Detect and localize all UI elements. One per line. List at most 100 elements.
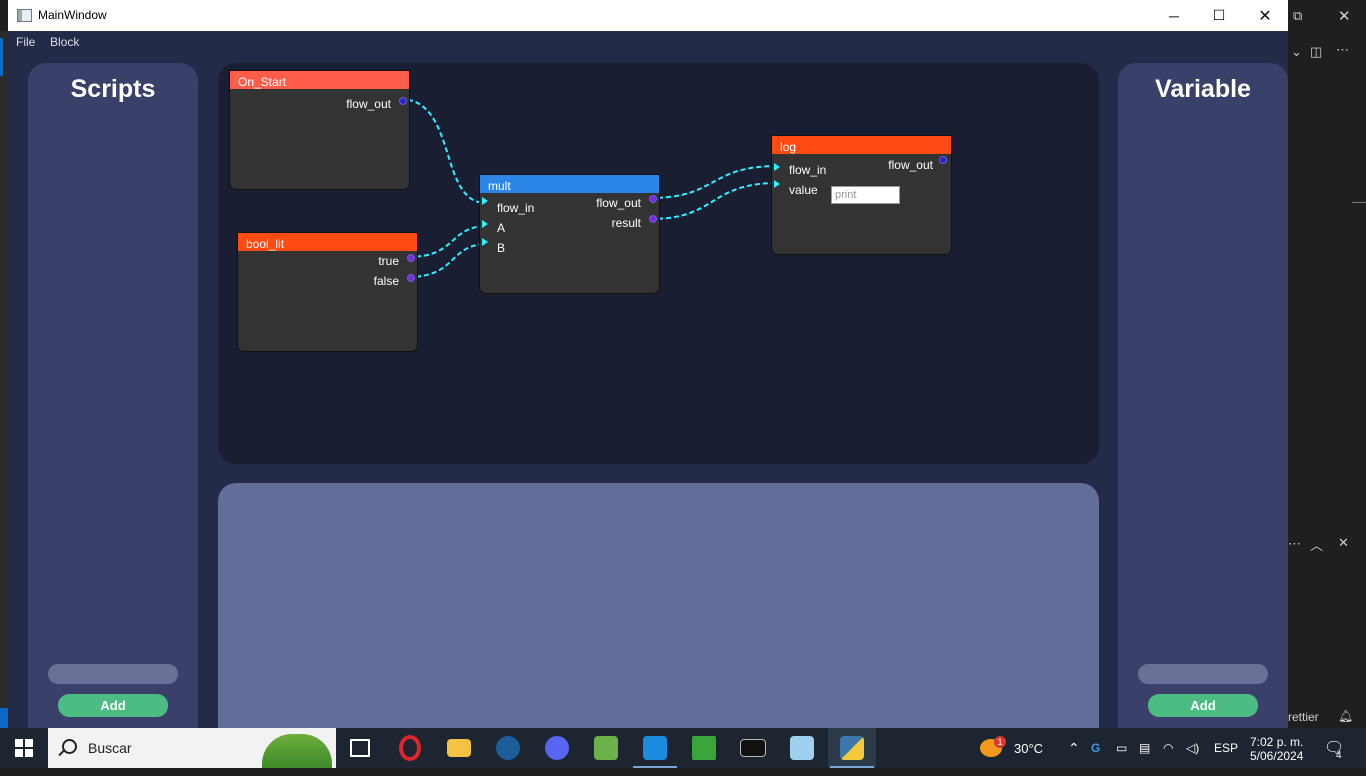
close-button[interactable]: ✕ [1242, 0, 1288, 31]
node-header[interactable]: mult [480, 175, 659, 193]
vscode-icon[interactable] [631, 728, 679, 768]
restore-icon: ⧉ [1293, 8, 1303, 23]
connection-result-log-value [649, 182, 779, 220]
camera-icon[interactable]: ▭ [1116, 728, 1127, 768]
node-mult[interactable]: mult flow_in A B flow_out result [479, 174, 660, 294]
chevron-up-icon: ︿ [1310, 538, 1324, 553]
taskbar: Buscar 1 30°C ⌃ G ▭ ▤ ◠ ◁) ESP 7:02 p. m… [0, 728, 1366, 768]
discord-icon[interactable] [533, 728, 581, 768]
notifications-count: 4 [1336, 749, 1342, 761]
port-label: false [373, 274, 399, 288]
background-app: ⧉ ✕ ⌄ ◫ ⋯ ⋯ ︿ ✕ rettier 🔔︎ [1288, 0, 1366, 728]
port-label: true [378, 254, 399, 268]
search-placeholder: Buscar [88, 740, 132, 756]
search-icon [62, 739, 77, 754]
input-port[interactable] [774, 163, 780, 171]
task-view-icon[interactable] [336, 728, 384, 768]
steam-icon[interactable] [484, 728, 532, 768]
terminal-icon[interactable] [729, 728, 777, 768]
main-window: MainWindow ─ ☐ ✕ File Block Scripts Add … [8, 0, 1288, 728]
input-port[interactable] [482, 220, 488, 228]
input-port[interactable] [482, 238, 488, 246]
port-label: value [789, 183, 818, 197]
weather-temp[interactable]: 30°C [1014, 728, 1043, 768]
variable-name-input[interactable] [1138, 664, 1268, 684]
minimize-button[interactable]: ─ [1151, 0, 1197, 31]
volume-icon[interactable]: ◁) [1186, 728, 1199, 768]
output-port[interactable] [939, 156, 947, 164]
weather-icon[interactable]: 1 [980, 728, 1006, 768]
port-label: flow_out [596, 196, 641, 210]
node-on-start[interactable]: On_Start flow_out [229, 70, 410, 190]
activity-indicator [0, 38, 3, 76]
language-indicator[interactable]: ESP [1214, 728, 1238, 768]
menu-file[interactable]: File [16, 35, 35, 49]
value-input[interactable]: print [831, 186, 900, 204]
node-header[interactable]: On_Start [230, 71, 409, 89]
opera-icon[interactable] [386, 728, 434, 768]
port-label: flow_out [346, 97, 391, 111]
variable-heading: Variable [1155, 75, 1251, 103]
title-bar[interactable]: MainWindow ─ ☐ ✕ [8, 0, 1288, 31]
search-box[interactable]: Buscar [48, 728, 336, 768]
file-explorer-icon[interactable] [435, 728, 483, 768]
bell-icon: 🔔︎ [1338, 709, 1354, 723]
minecraft-icon[interactable] [680, 728, 728, 768]
script-name-input[interactable] [48, 664, 178, 684]
chevron-up-icon[interactable]: ⌃ [1068, 728, 1080, 768]
connection-false-mult-b [407, 243, 489, 278]
scripts-heading: Scripts [70, 75, 156, 103]
window-title: MainWindow [38, 8, 107, 22]
start-button[interactable] [0, 728, 48, 768]
menu-block[interactable]: Block [50, 35, 79, 49]
scripts-panel: Scripts Add [28, 63, 198, 728]
status-indicator [0, 708, 8, 728]
output-port[interactable] [407, 254, 415, 262]
output-port[interactable] [649, 215, 657, 223]
output-port[interactable] [399, 97, 407, 105]
keyboard-icon[interactable]: ▤ [1139, 728, 1150, 768]
app-tray-icon[interactable]: G [1091, 728, 1100, 768]
variable-panel: Variable Add [1118, 63, 1288, 728]
close-panel-icon: ✕ [1338, 535, 1349, 550]
output-port[interactable] [649, 195, 657, 203]
notepad-icon[interactable] [778, 728, 826, 768]
chevron-down-icon: ⌄ [1291, 44, 1302, 59]
add-variable-button[interactable]: Add [1148, 694, 1258, 717]
connection-onstart-mult [399, 98, 487, 204]
search-highlight-image [262, 734, 332, 768]
node-header[interactable]: bool_lit [238, 233, 417, 251]
app-icon [17, 9, 32, 22]
more-icon: ⋯ [1336, 42, 1349, 57]
port-label: result [611, 216, 641, 230]
background-app-left [0, 31, 8, 728]
more-icon: ⋯ [1288, 536, 1301, 551]
clock-date[interactable]: 5/06/2024 [1250, 736, 1303, 776]
port-label: A [497, 221, 506, 235]
bottom-panel [218, 483, 1099, 728]
windows-icon [15, 739, 33, 757]
split-editor-icon: ◫ [1310, 44, 1323, 59]
wifi-icon[interactable]: ◠ [1163, 728, 1173, 768]
connection-true-mult-a [407, 225, 489, 258]
maximize-button[interactable]: ☐ [1196, 0, 1242, 31]
port-label: B [497, 241, 506, 255]
port-label: flow_out [888, 158, 933, 172]
add-script-button[interactable]: Add [58, 694, 168, 717]
port-label: flow_in [789, 163, 827, 177]
close-icon: ✕ [1338, 8, 1351, 25]
node-log[interactable]: log flow_in value print flow_out [771, 135, 952, 255]
node-header[interactable]: log [772, 136, 951, 154]
connection-mult-log-flow [649, 165, 779, 199]
node-bool-lit[interactable]: bool_lit true false [237, 232, 418, 352]
output-port[interactable] [407, 274, 415, 282]
android-studio-icon[interactable] [582, 728, 630, 768]
panel-divider [1352, 202, 1366, 203]
menu-bar: File Block [8, 31, 1288, 53]
input-port[interactable] [482, 197, 488, 205]
input-port[interactable] [774, 180, 780, 188]
node-canvas[interactable]: On_Start flow_out bool_lit true false mu… [218, 63, 1099, 464]
port-label: flow_in [497, 201, 535, 215]
weather-badge: 1 [994, 736, 1006, 748]
python-icon[interactable] [828, 728, 876, 768]
